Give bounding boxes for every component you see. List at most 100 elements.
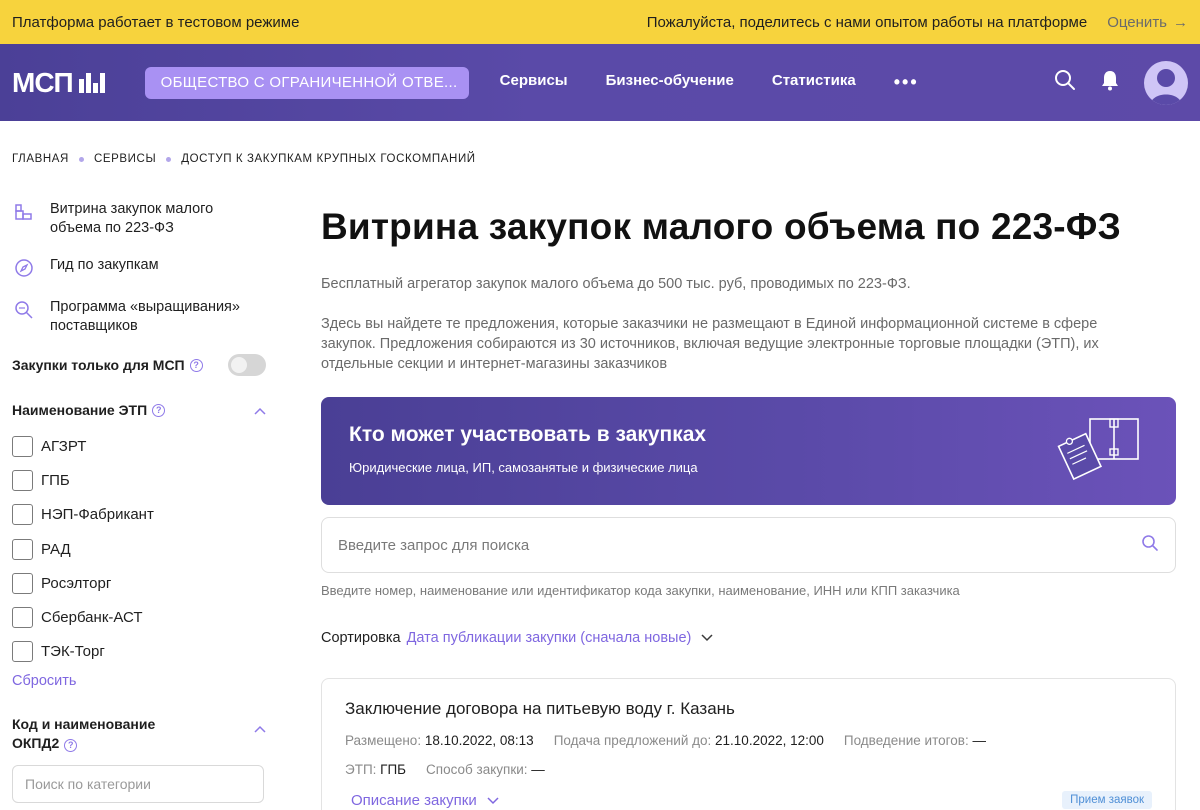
- etp-option-label: АГЗРТ: [41, 437, 87, 455]
- sidebar-item-label: Программа «выращивания» поставщиков: [50, 299, 240, 334]
- user-avatar-icon[interactable]: [1144, 60, 1188, 105]
- etp-option-label: ГПБ: [41, 471, 70, 489]
- sidebar: Витрина закупок малого объема по 223-ФЗ …: [12, 200, 266, 804]
- etp-info: ЭТП: ГПБ: [345, 762, 406, 777]
- nav-item-statistics[interactable]: Статистика: [772, 72, 856, 93]
- deadline-value: 21.10.2022, 12:00: [715, 733, 824, 748]
- sidebar-item-guide[interactable]: Гид по закупкам: [12, 256, 266, 280]
- sort-label: Сортировка: [321, 630, 401, 646]
- etp-option[interactable]: Росэлторг: [12, 566, 266, 600]
- chevron-down-icon: [487, 792, 499, 809]
- arrow-right-icon: →: [1173, 13, 1188, 31]
- logo-mark-icon: [78, 72, 105, 93]
- nav-item-services[interactable]: Сервисы: [500, 72, 568, 93]
- purchase-search-input[interactable]: Введите запрос для поиска: [321, 517, 1176, 573]
- purchase-title[interactable]: Заключение договора на питьевую воду г. …: [345, 699, 1152, 719]
- msp-logo[interactable]: МСП: [12, 67, 105, 99]
- sidebar-item-showcase[interactable]: Витрина закупок малого объема по 223-ФЗ: [12, 200, 266, 238]
- more-menu-button[interactable]: •••: [894, 72, 919, 93]
- etp-option[interactable]: РАД: [12, 532, 266, 566]
- etp-value: ГПБ: [380, 762, 407, 777]
- posted-info: Размещено: 18.10.2022, 08:13: [345, 733, 534, 748]
- checkbox[interactable]: [12, 607, 33, 629]
- method-info: Способ закупки: —: [426, 762, 545, 777]
- card-footer: Описание закупки Прием заявок: [345, 791, 1152, 809]
- showcase-icon: [12, 200, 36, 224]
- etp-option-label: ТЭК-Торг: [41, 643, 105, 661]
- feedback-prompt: Пожалуйста, поделитесь с нами опытом раб…: [646, 13, 1088, 31]
- bell-icon[interactable]: [1100, 69, 1120, 96]
- breadcrumb-home[interactable]: ГЛАВНАЯ: [12, 153, 69, 165]
- etp-filter-title: Наименование ЭТП: [12, 402, 148, 418]
- checkbox[interactable]: [12, 641, 33, 663]
- chevron-up-icon[interactable]: [254, 719, 266, 738]
- method-label: Способ закупки:: [426, 762, 528, 777]
- results-label: Подведение итогов:: [843, 733, 969, 748]
- checkbox[interactable]: [12, 504, 33, 526]
- checkbox[interactable]: [12, 469, 33, 491]
- breadcrumb-separator: [78, 156, 84, 162]
- checkbox[interactable]: [12, 435, 33, 457]
- banner-title: Кто может участвовать в закупках: [349, 423, 707, 446]
- etp-option-label: РАД: [41, 540, 71, 558]
- participants-banner[interactable]: Кто может участвовать в закупках Юридиче…: [321, 397, 1176, 505]
- chevron-down-icon[interactable]: [701, 630, 713, 646]
- etp-option-label: Росэлторг: [41, 574, 112, 592]
- status-badge: Прием заявок: [1062, 791, 1152, 809]
- etp-option[interactable]: ГПБ: [12, 463, 266, 497]
- posted-value: 18.10.2022, 08:13: [424, 733, 534, 748]
- etp-filter-header[interactable]: Наименование ЭТП ?: [12, 402, 266, 418]
- etp-option-label: НЭП-Фабрикант: [41, 506, 154, 524]
- etp-label: ЭТП:: [345, 762, 377, 777]
- page-title: Витрина закупок малого объема по 223-ФЗ: [321, 206, 1121, 247]
- sidebar-item-label: Витрина закупок малого объема по 223-ФЗ: [50, 201, 214, 236]
- reset-filter-link[interactable]: Сбросить: [12, 673, 266, 689]
- search-hint: Введите номер, наименование или идентифи…: [321, 583, 960, 598]
- checkbox[interactable]: [12, 538, 33, 560]
- results-value: —: [972, 733, 986, 748]
- chevron-up-icon[interactable]: [254, 402, 266, 418]
- page-details: Здесь вы найдете те предложения, которые…: [321, 316, 1099, 372]
- msp-only-toggle[interactable]: [228, 354, 266, 376]
- deadline-info: Подача предложений до: 21.10.2022, 12:00: [554, 733, 824, 748]
- header-actions: [1054, 60, 1188, 105]
- purchase-dates: Размещено: 18.10.2022, 08:13 Подача пред…: [345, 733, 1152, 748]
- etp-option[interactable]: ТЭК-Торг: [12, 635, 266, 669]
- compass-icon: [12, 256, 36, 280]
- breadcrumb-services[interactable]: СЕРВИСЫ: [94, 153, 156, 165]
- etp-checkbox-list: АГЗРТ ГПБ НЭП-Фабрикант РАД Росэлторг Сб…: [12, 429, 266, 669]
- test-mode-banner: Платформа работает в тестовом режиме Пож…: [0, 0, 1200, 44]
- category-search-input[interactable]: Поиск по категории: [12, 765, 264, 804]
- posted-label: Размещено:: [345, 733, 422, 748]
- sort-select[interactable]: Дата публикации закупки (сначала новые): [407, 630, 692, 646]
- nav-item-business-learning[interactable]: Бизнес-обучение: [606, 72, 734, 93]
- results-info: Подведение итогов: —: [844, 733, 986, 748]
- etp-option[interactable]: АГЗРТ: [12, 429, 266, 463]
- help-icon[interactable]: ?: [152, 403, 166, 417]
- banner-text: Платформа работает в тестовом режиме: [12, 13, 300, 31]
- main-content: Витрина закупок малого объема по 223-ФЗ …: [321, 200, 1177, 810]
- deadline-label: Подача предложений до:: [553, 733, 712, 748]
- msp-only-label: Закупки только для МСП: [12, 357, 185, 373]
- rate-label: Оценить: [1107, 13, 1167, 31]
- search-doc-icon: [12, 298, 36, 322]
- sidebar-item-supplier-program[interactable]: Программа «выращивания» поставщиков: [12, 298, 266, 336]
- breadcrumb: ГЛАВНАЯ СЕРВИСЫ ДОСТУП К ЗАКУПКАМ КРУПНЫ…: [12, 153, 476, 165]
- main-header: МСП ОБЩЕСТВО С ОГРАНИЧЕННОЙ ОТВЕ... Серв…: [0, 44, 1200, 121]
- help-icon[interactable]: ?: [64, 739, 78, 753]
- okpd-title-text: Код и наименование ОКПД2: [12, 716, 156, 752]
- rate-link[interactable]: Оценить →: [1107, 14, 1188, 31]
- etp-option[interactable]: НЭП-Фабрикант: [12, 498, 266, 532]
- search-icon[interactable]: [1141, 534, 1159, 556]
- okpd-filter-header[interactable]: Код и наименование ОКПД2?: [12, 715, 266, 753]
- purchase-description-toggle[interactable]: Описание закупки: [345, 792, 499, 809]
- organization-selector[interactable]: ОБЩЕСТВО С ОГРАНИЧЕННОЙ ОТВЕ...: [144, 66, 469, 99]
- main-nav: Сервисы Бизнес-обучение Статистика •••: [500, 72, 919, 93]
- checkbox[interactable]: [12, 572, 33, 594]
- purchase-card[interactable]: Заключение договора на питьевую воду г. …: [321, 678, 1176, 810]
- help-icon[interactable]: ?: [189, 358, 203, 372]
- search-icon[interactable]: [1054, 69, 1076, 96]
- breadcrumb-current: ДОСТУП К ЗАКУПКАМ КРУПНЫХ ГОСКОМПАНИЙ: [181, 153, 476, 165]
- sort-control: Сортировка Дата публикации закупки (снач…: [321, 630, 1177, 646]
- etp-option[interactable]: Сбербанк-АСТ: [12, 600, 266, 634]
